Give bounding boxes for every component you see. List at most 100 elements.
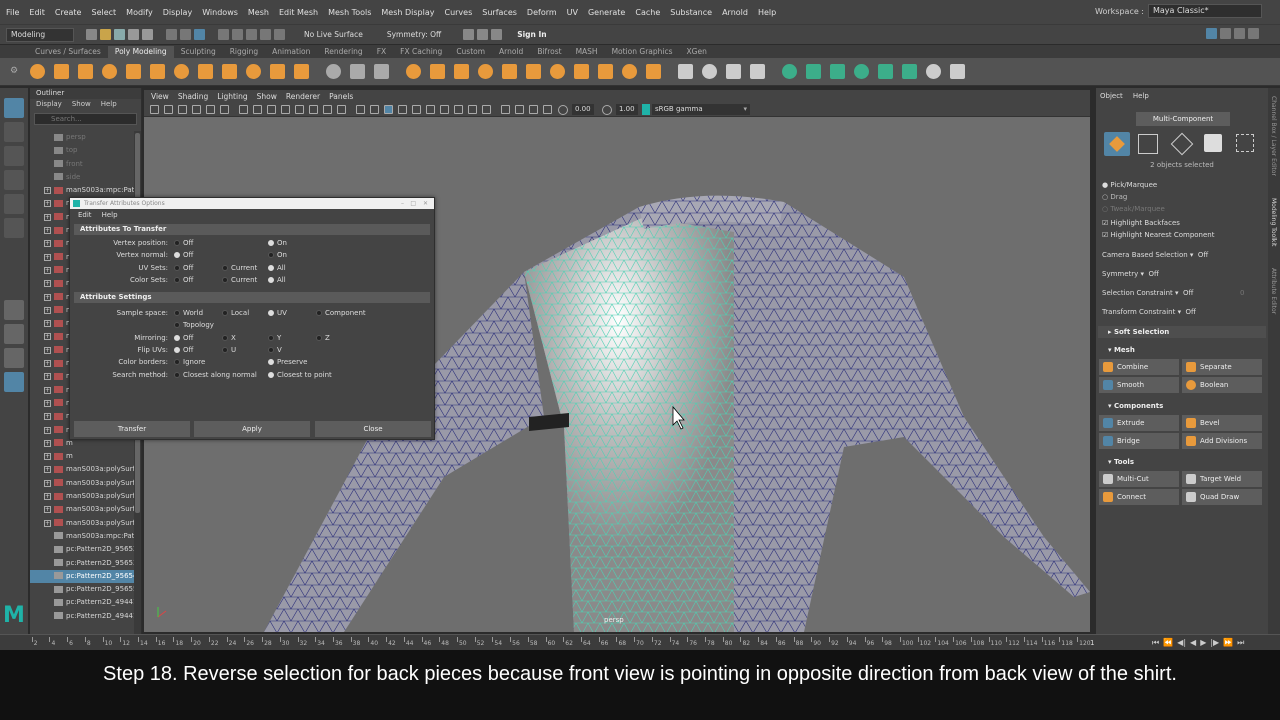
step-back-key-icon[interactable]: ⏪ [1163,638,1173,648]
film-gate-icon[interactable] [267,105,276,114]
viewport-menu-panels[interactable]: Panels [329,92,353,101]
new-scene-icon[interactable] [86,29,97,40]
snap-grid-icon[interactable] [218,29,229,40]
expand-icon[interactable]: + [44,227,51,235]
toolkit-menu-object[interactable]: Object [1100,92,1123,100]
time-slider[interactable]: 2 4 6 8 10 12 14 16 18 20 22 24 26 28 30 32 34 36 38 40 42 44… [0,634,1280,650]
add-divisions-button[interactable]: Add Divisions [1182,433,1262,449]
highlight-backfaces-checkbox[interactable]: ☑ Highlight Backfaces [1102,219,1180,227]
play-forward-icon[interactable]: ▶ [1200,638,1206,648]
expand-icon[interactable]: + [44,360,51,368]
shelf-tab-poly-modeling[interactable]: Poly Modeling [107,46,174,58]
shelf-tab-fx[interactable]: FX [370,46,393,58]
expand-icon[interactable]: + [44,280,51,288]
radio-sample-space-component[interactable]: Component [316,307,366,319]
outliner-menu-help[interactable]: Help [101,99,117,110]
step-forward-icon[interactable]: |▶ [1210,638,1219,648]
outliner-row[interactable]: + manS003a:polySurfa [30,463,134,476]
snap-surface-icon[interactable] [274,29,285,40]
quad-draw-button[interactable]: Quad Draw [1182,489,1262,505]
menu-substance[interactable]: Substance [670,8,712,17]
expand-icon[interactable]: + [44,466,51,474]
expand-icon[interactable]: + [44,213,51,221]
exposure-icon[interactable] [558,105,568,115]
expand-icon[interactable]: + [44,240,51,248]
safe-action-icon[interactable] [323,105,332,114]
bevel-icon[interactable] [550,64,565,79]
vertex-mode-icon[interactable] [1138,134,1158,154]
select-tool-icon[interactable] [4,98,24,118]
connect-button[interactable]: Connect [1099,489,1179,505]
select-component-icon[interactable] [194,29,205,40]
snap-plane-icon[interactable] [260,29,271,40]
attribute-editor-toggle-icon[interactable] [1220,28,1231,39]
radio-vertex-position-off[interactable]: Off [174,237,193,249]
expand-icon[interactable]: + [44,493,51,501]
outliner-row[interactable]: +m [30,450,134,463]
image-plane-icon[interactable] [206,105,215,114]
ipr-icon[interactable] [477,29,489,40]
workspace-dropdown[interactable]: Maya Classic* [1148,4,1262,18]
radio-sample-space-uv[interactable]: UV [268,307,287,319]
shelf-tab-xgen[interactable]: XGen [680,46,714,58]
save-scene-icon[interactable] [114,29,125,40]
menu-file[interactable]: File [6,8,19,17]
expand-icon[interactable]: + [44,293,51,301]
expand-icon[interactable]: + [44,253,51,261]
play-backward-icon[interactable]: ◀ [1190,638,1196,648]
redo-icon[interactable] [142,29,153,40]
radio-uv-sets-off[interactable]: Off [174,262,193,274]
xray-joints-icon[interactable] [529,105,538,114]
radio-uv-sets-current[interactable]: Current [222,262,257,274]
wireframe-on-shaded-icon[interactable] [384,105,393,114]
menu-help[interactable]: Help [758,8,776,17]
auto-map-icon[interactable] [830,64,845,79]
multi-component-button[interactable]: Multi-Component [1136,112,1230,126]
workspace-selector[interactable]: Workspace : Maya Classic* [1095,4,1262,18]
depth-of-field-icon[interactable] [482,105,491,114]
lock-camera-icon[interactable] [164,105,173,114]
outliner-row[interactable]: front [30,158,134,171]
exposure-field[interactable]: 0.00 [572,104,594,115]
select-hierarchy-icon[interactable] [166,29,177,40]
isolate-select-icon[interactable] [501,105,510,114]
paint-select-tool-icon[interactable] [4,146,24,166]
menu-windows[interactable]: Windows [202,8,238,17]
menu-select[interactable]: Select [91,8,116,17]
outliner-row[interactable]: + manS003a:polySurfa [30,490,134,503]
object-mode-icon[interactable] [1104,132,1130,156]
xray-components-icon[interactable] [543,105,552,114]
radio-color-sets-all[interactable]: All [268,274,286,286]
menu-mesh[interactable]: Mesh [248,8,269,17]
radio-vertex-normal-on[interactable]: On [268,249,287,261]
mirror-icon[interactable] [646,64,661,79]
outliner-row[interactable]: top [30,144,134,157]
append-icon[interactable] [622,64,637,79]
close-icon[interactable]: ✕ [423,198,428,209]
live-surface-label[interactable]: No Live Surface [304,30,363,39]
radio-flip-uvs-off[interactable]: Off [174,344,193,356]
target-weld-button[interactable]: Target Weld [1182,471,1262,487]
shelf-tab-sculpting[interactable]: Sculpting [174,46,223,58]
2d-pan-zoom-icon[interactable] [220,105,229,114]
toolkit-menu-help[interactable]: Help [1133,92,1149,100]
sew-uv-icon[interactable] [926,64,941,79]
outliner-row[interactable]: + manS003a:polySurfa [30,477,134,490]
bridge-button[interactable]: Bridge [1099,433,1179,449]
shelf-tab-motion-graphics[interactable]: Motion Graphics [605,46,680,58]
sphere2-icon[interactable] [374,64,389,79]
dialog-menu-edit[interactable]: Edit [78,209,92,222]
cut-uv-icon[interactable] [902,64,917,79]
torus-icon[interactable] [126,64,141,79]
grease-pencil-icon[interactable] [239,105,248,114]
svg-icon[interactable] [294,64,309,79]
outliner-row[interactable]: + manS003a:polySurfa [30,503,134,516]
smooth-icon[interactable] [454,64,469,79]
color-space-dropdown[interactable]: sRGB gamma ▾ [652,104,750,115]
xray-icon[interactable] [515,105,524,114]
boolean-button[interactable]: Boolean [1182,377,1262,393]
outliner-row[interactable]: persp [30,131,134,144]
menu-edit-mesh[interactable]: Edit Mesh [279,8,318,17]
radio-mirroring-z[interactable]: Z [316,332,330,344]
move-uv-icon[interactable] [950,64,965,79]
